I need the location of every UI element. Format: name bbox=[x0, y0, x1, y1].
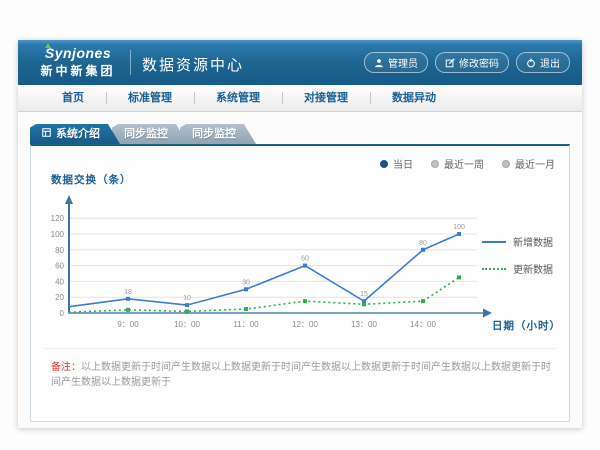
change-password-label: 修改密码 bbox=[459, 55, 499, 70]
svg-text:9：00: 9：00 bbox=[117, 320, 139, 329]
y-axis-title: 数据交换（条） bbox=[51, 172, 132, 187]
svg-text:60: 60 bbox=[301, 256, 309, 263]
svg-text:0: 0 bbox=[60, 309, 65, 318]
svg-text:20: 20 bbox=[55, 293, 64, 302]
svg-text:18: 18 bbox=[124, 289, 132, 296]
header-divider bbox=[130, 50, 131, 75]
logo-text-cn: 新中新集团 bbox=[32, 62, 124, 79]
tab-sync-monitor-2[interactable]: 同步监控 bbox=[180, 124, 256, 144]
edit-icon bbox=[445, 58, 455, 68]
header-actions: 管理员 修改密码 退出 bbox=[364, 52, 570, 73]
svg-text:10：00: 10：00 bbox=[174, 320, 200, 329]
legend-label: 更新数据 bbox=[513, 261, 553, 276]
radio-dot bbox=[502, 160, 510, 168]
legend-swatch bbox=[482, 268, 506, 270]
svg-text:80: 80 bbox=[419, 240, 427, 247]
legend-item-updated-data: 更新数据 bbox=[482, 261, 553, 276]
footnote: 备注：以上数据更新于时间产生数据以上数据更新于时间产生数据以上数据更新于时间产生… bbox=[51, 360, 555, 390]
header: Synjones 新中新集团 数据资源中心 管理员 修改密码 bbox=[18, 40, 582, 85]
legend-swatch bbox=[482, 241, 506, 243]
line-chart: 0 20 40 60 80 100 120 9：00 10：00 11：00 12：00 13：00 1… bbox=[39, 188, 501, 338]
change-password-button[interactable]: 修改密码 bbox=[435, 52, 509, 73]
user-icon bbox=[374, 58, 384, 68]
time-range-filter: 当日 最近一周 最近一月 bbox=[380, 156, 555, 171]
chart-panel: 当日 最近一周 最近一月 数据交换（条） 0 20 40 60 80 100 120 9：00… bbox=[30, 144, 570, 422]
note-divider bbox=[45, 348, 555, 349]
radio-last-week[interactable]: 最近一周 bbox=[431, 156, 484, 171]
radio-last-month[interactable]: 最近一月 bbox=[502, 156, 555, 171]
logo: Synjones 新中新集团 bbox=[32, 45, 124, 79]
footnote-text: 以上数据更新于时间产生数据以上数据更新于时间产生数据以上数据更新于时间产生数据以… bbox=[51, 362, 551, 388]
logo-leaf-icon bbox=[45, 43, 51, 48]
svg-text:100: 100 bbox=[453, 224, 465, 231]
nav-item-standard-mgmt[interactable]: 标准管理 bbox=[106, 85, 194, 111]
svg-text:120: 120 bbox=[51, 214, 65, 223]
tab-label: 同步监控 bbox=[192, 124, 236, 144]
svg-text:11：00: 11：00 bbox=[233, 320, 259, 329]
svg-text:14：00: 14：00 bbox=[410, 320, 436, 329]
radio-today[interactable]: 当日 bbox=[380, 156, 413, 171]
user-label: 管理员 bbox=[388, 55, 418, 70]
content-area: 系统介绍 同步监控 同步监控 当日 最近一周 bbox=[18, 113, 582, 428]
radio-label: 最近一周 bbox=[444, 156, 484, 171]
app-title: 数据资源中心 bbox=[142, 54, 244, 75]
radio-dot bbox=[431, 160, 439, 168]
tab-label: 系统介绍 bbox=[56, 124, 100, 144]
line-chart-svg: 0 20 40 60 80 100 120 9：00 10：00 11：00 12：00 13：00 1… bbox=[39, 188, 501, 338]
legend-item-new-data: 新增数据 bbox=[482, 234, 553, 249]
svg-text:12：00: 12：00 bbox=[292, 320, 318, 329]
nav-item-home[interactable]: 首页 bbox=[40, 85, 106, 111]
logo-text-en: Synjones bbox=[32, 45, 124, 61]
chart-legend: 新增数据 更新数据 bbox=[482, 234, 553, 276]
svg-text:30: 30 bbox=[242, 279, 250, 286]
footnote-prefix: 备注： bbox=[51, 362, 81, 373]
nav-item-data-changes[interactable]: 数据异动 bbox=[370, 85, 458, 111]
svg-text:80: 80 bbox=[55, 246, 64, 255]
radio-label: 最近一月 bbox=[515, 156, 555, 171]
svg-text:100: 100 bbox=[51, 230, 65, 239]
logout-label: 退出 bbox=[540, 55, 560, 70]
x-axis-title: 日期（小时） bbox=[492, 318, 561, 333]
power-icon bbox=[526, 58, 536, 68]
legend-label: 新增数据 bbox=[513, 234, 553, 249]
tab-bar: 系统介绍 同步监控 同步监控 bbox=[30, 124, 248, 144]
svg-text:13：00: 13：00 bbox=[351, 320, 377, 329]
svg-text:15: 15 bbox=[360, 291, 368, 298]
svg-text:40: 40 bbox=[55, 277, 64, 286]
tab-sync-monitor-1[interactable]: 同步监控 bbox=[112, 124, 188, 144]
grid-icon bbox=[42, 124, 51, 144]
logout-button[interactable]: 退出 bbox=[516, 52, 570, 73]
tab-system-intro[interactable]: 系统介绍 bbox=[30, 124, 120, 144]
radio-label: 当日 bbox=[393, 156, 413, 171]
app-page: Synjones 新中新集团 数据资源中心 管理员 修改密码 bbox=[18, 40, 582, 428]
nav-item-connection-mgmt[interactable]: 对接管理 bbox=[282, 85, 370, 111]
svg-text:60: 60 bbox=[55, 262, 64, 271]
primary-nav: 首页 标准管理 系统管理 对接管理 数据异动 bbox=[18, 85, 582, 112]
svg-text:10: 10 bbox=[183, 295, 191, 302]
radio-dot bbox=[380, 160, 388, 168]
user-button[interactable]: 管理员 bbox=[364, 52, 428, 73]
nav-item-system-mgmt[interactable]: 系统管理 bbox=[194, 85, 282, 111]
tab-label: 同步监控 bbox=[124, 124, 168, 144]
